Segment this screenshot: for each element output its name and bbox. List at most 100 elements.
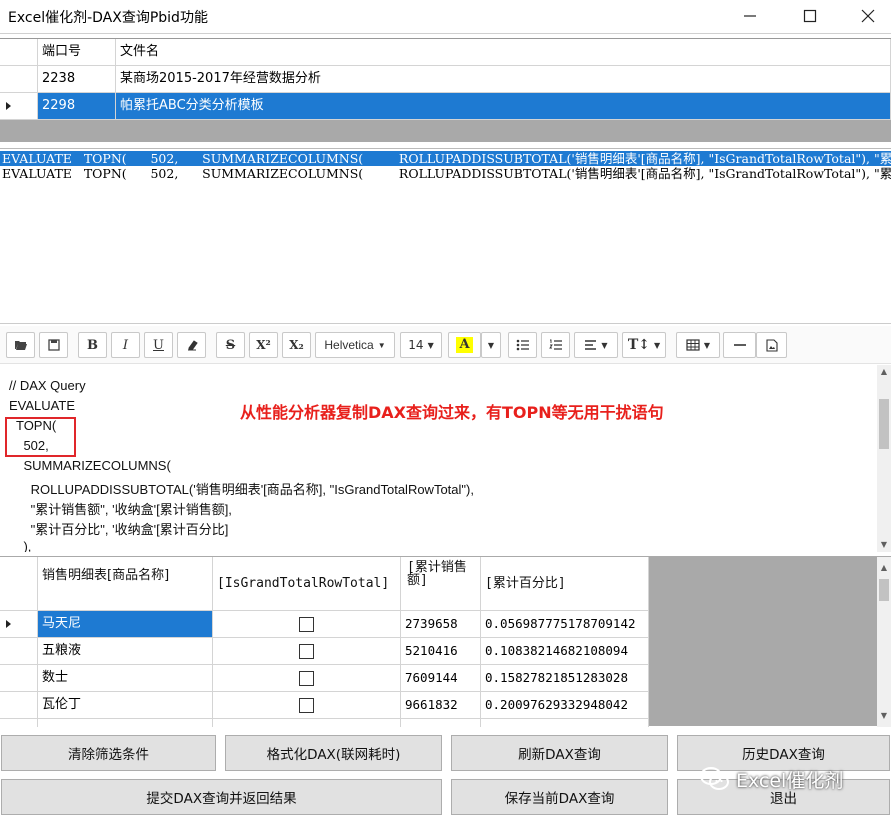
horizontal-rule-button[interactable]	[723, 332, 756, 358]
file-cell[interactable]: 帕累托ABC分类分析模板	[116, 93, 891, 120]
chevron-down-icon: ▼	[703, 340, 711, 350]
close-icon	[861, 9, 875, 23]
submit-dax-button[interactable]: 提交DAX查询并返回结果	[1, 779, 442, 815]
editor-line: ),	[9, 539, 32, 552]
numbered-list-button[interactable]	[541, 332, 570, 358]
table-insert-select[interactable]: ▼	[676, 332, 720, 358]
insert-image-button[interactable]	[756, 332, 787, 358]
clear-filter-button[interactable]: 清除筛选条件	[1, 735, 216, 771]
grand-total-cell[interactable]	[213, 611, 401, 638]
column-header-total-sales[interactable]: [累计销售额]	[401, 557, 481, 611]
refresh-dax-button[interactable]: 刷新DAX查询	[451, 735, 668, 771]
table-row[interactable]: 2238 某商场2015-2017年经营数据分析	[0, 66, 891, 93]
maximize-button[interactable]	[782, 0, 838, 32]
grand-total-cell[interactable]	[213, 692, 401, 719]
scroll-down-icon[interactable]: ▼	[877, 709, 891, 723]
align-select[interactable]: ▼	[574, 332, 618, 358]
result-grid: 销售明细表[商品名称] [IsGrandTotalRowTotal] [累计销售…	[0, 556, 891, 727]
partial-row-cell	[213, 719, 401, 727]
percent-cell[interactable]: 0.20097629332948042	[481, 692, 649, 719]
superscript-button[interactable]: X²	[249, 332, 278, 358]
column-header-percent[interactable]: [累计百分比]	[481, 557, 649, 611]
checkbox[interactable]	[299, 644, 314, 659]
port-cell[interactable]: 2298	[38, 93, 116, 120]
chevron-down-icon: ▼	[377, 340, 386, 350]
scroll-up-icon[interactable]: ▲	[877, 365, 891, 379]
save-icon	[47, 339, 60, 351]
editor-line: // DAX Query	[9, 378, 86, 393]
scroll-thumb[interactable]	[879, 579, 889, 601]
percent-cell[interactable]: 0.056987775178709142	[481, 611, 649, 638]
row-header[interactable]	[0, 66, 38, 93]
bullet-list-button[interactable]	[508, 332, 537, 358]
font-name-value: Helvetica	[324, 338, 374, 352]
row-header[interactable]	[0, 719, 38, 727]
save-button[interactable]	[39, 332, 68, 358]
checkbox[interactable]	[299, 698, 314, 713]
total-sales-cell[interactable]: 5210416	[401, 638, 481, 665]
total-sales-cell[interactable]: 2739658	[401, 611, 481, 638]
checkbox[interactable]	[299, 671, 314, 686]
annotation-text: 从性能分析器复制DAX查询过来，有TOPN等无用干扰语句	[240, 403, 664, 422]
result-grid-scrollbar[interactable]: ▲ ▼	[877, 557, 891, 727]
percent-cell[interactable]: 0.15827821851283028	[481, 665, 649, 692]
name-cell[interactable]: 数士	[38, 665, 213, 692]
dax-editor[interactable]: // DAX Query EVALUATE TOPN( 502, SUMMARI…	[0, 365, 891, 552]
scroll-thumb[interactable]	[879, 399, 889, 449]
font-color-icon: A	[456, 337, 473, 353]
row-header[interactable]	[0, 638, 38, 665]
name-cell[interactable]: 马天尼	[38, 611, 213, 638]
window-title: Excel催化剂-DAX查询Pbid功能	[8, 10, 208, 26]
subscript-button[interactable]: X₂	[282, 332, 311, 358]
port-grid-header: 端口号 文件名	[0, 39, 891, 66]
column-header-file[interactable]: 文件名	[116, 39, 891, 66]
port-grid: 端口号 文件名 2238 某商场2015-2017年经营数据分析 2298 帕累…	[0, 38, 891, 142]
column-header-grand-total[interactable]: [IsGrandTotalRowTotal]	[213, 557, 401, 611]
eraser-button[interactable]	[177, 332, 206, 358]
underline-button[interactable]: U	[144, 332, 173, 358]
strikethrough-button[interactable]: S	[216, 332, 245, 358]
row-header[interactable]	[0, 692, 38, 719]
scroll-up-icon[interactable]: ▲	[877, 561, 891, 575]
list-item[interactable]: EVALUATE TOPN( 502, SUMMARIZECOLUMNS( RO…	[0, 166, 891, 181]
format-dax-button[interactable]: 格式化DAX(联网耗时)	[225, 735, 442, 771]
name-cell[interactable]: 五粮液	[38, 638, 213, 665]
minimize-icon	[744, 15, 756, 17]
percent-cell[interactable]: 0.10838214682108094	[481, 638, 649, 665]
row-header[interactable]	[0, 93, 38, 120]
grand-total-cell[interactable]	[213, 665, 401, 692]
open-button[interactable]	[6, 332, 35, 358]
row-header[interactable]	[0, 665, 38, 692]
line-height-select[interactable]: T↕ ▼	[622, 332, 666, 358]
font-size-select[interactable]: 14 ▼	[400, 332, 442, 358]
editor-scrollbar[interactable]: ▲ ▼	[877, 365, 891, 552]
scroll-down-icon[interactable]: ▼	[877, 538, 891, 552]
close-button[interactable]	[840, 0, 891, 32]
line-height-icon: T↕	[627, 337, 650, 353]
maximize-icon	[803, 9, 817, 23]
partial-row-cell	[481, 719, 649, 727]
row-header-corner	[0, 39, 38, 66]
total-sales-cell[interactable]: 7609144	[401, 665, 481, 692]
font-name-select[interactable]: Helvetica ▼	[315, 332, 395, 358]
save-dax-button[interactable]: 保存当前DAX查询	[451, 779, 668, 815]
row-header[interactable]	[0, 611, 38, 638]
grand-total-cell[interactable]	[213, 638, 401, 665]
column-header-name[interactable]: 销售明细表[商品名称]	[38, 557, 213, 611]
file-cell[interactable]: 某商场2015-2017年经营数据分析	[116, 66, 891, 93]
bold-button[interactable]: B	[78, 332, 107, 358]
font-color-button[interactable]: A	[448, 332, 481, 358]
port-cell[interactable]: 2238	[38, 66, 116, 93]
name-cell[interactable]: 瓦伦丁	[38, 692, 213, 719]
checkbox[interactable]	[299, 617, 314, 632]
eraser-icon	[187, 340, 198, 351]
minimize-button[interactable]	[722, 0, 778, 32]
list-item-selected[interactable]: EVALUATE TOPN( 502, SUMMARIZECOLUMNS( RO…	[0, 151, 891, 166]
italic-button[interactable]: I	[111, 332, 140, 358]
query-history-list[interactable]: EVALUATE TOPN( 502, SUMMARIZECOLUMNS( RO…	[0, 148, 891, 324]
total-sales-cell[interactable]: 9661832	[401, 692, 481, 719]
row-pointer-icon	[6, 620, 11, 628]
table-row-selected[interactable]: 2298 帕累托ABC分类分析模板	[0, 93, 891, 120]
column-header-port[interactable]: 端口号	[38, 39, 116, 66]
font-color-dropdown[interactable]: ▼	[481, 332, 501, 358]
